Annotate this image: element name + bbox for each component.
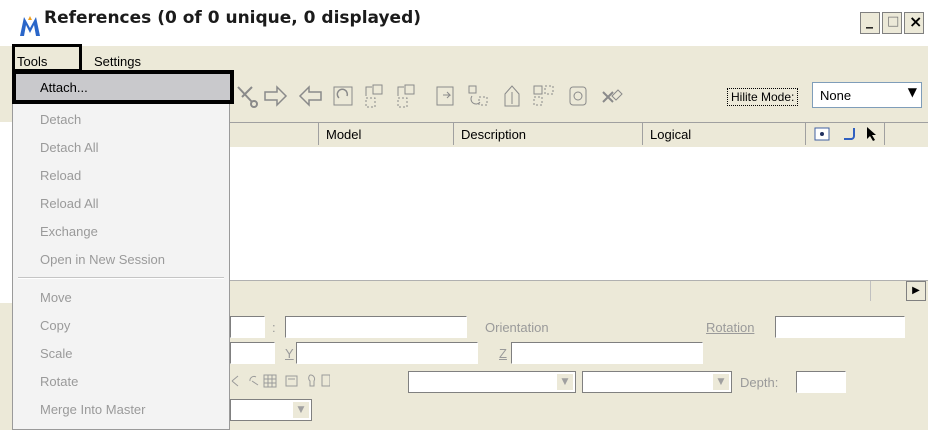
column-divider[interactable]	[453, 123, 454, 145]
attach-up-icon[interactable]	[360, 82, 388, 110]
scroll-right-arrow-icon[interactable]: ▶	[906, 281, 926, 301]
orientation-label: Orientation	[485, 320, 549, 335]
z-field[interactable]	[511, 342, 703, 364]
scrollbar-track-end[interactable]	[870, 281, 907, 301]
depth-label: Depth:	[740, 375, 779, 390]
reference-forward-icon[interactable]	[262, 82, 290, 110]
display-toggle-icon[interactable]	[814, 127, 830, 141]
tools-menu-highlight-box	[12, 44, 82, 72]
minimize-button[interactable]: _	[860, 12, 880, 34]
mirror-icon[interactable]	[598, 82, 626, 110]
column-divider[interactable]	[642, 123, 643, 145]
chevron-down-icon: ▼	[713, 374, 729, 390]
clip-front-icon[interactable]	[498, 82, 526, 110]
clip-back-icon[interactable]	[530, 82, 558, 110]
column-divider[interactable]	[805, 123, 806, 145]
menu-settings[interactable]: Settings	[94, 54, 141, 69]
hilite-mode-value: None	[820, 88, 852, 103]
menu-item-move[interactable]: Move	[40, 290, 72, 305]
rotation-field[interactable]	[775, 316, 905, 338]
menu-item-merge-into-master[interactable]: Merge Into Master	[40, 402, 146, 417]
menu-item-detach-all[interactable]: Detach All	[40, 140, 99, 155]
file-name-field[interactable]	[230, 316, 265, 338]
maximize-button[interactable]: □	[882, 12, 902, 34]
menu-item-copy[interactable]: Copy	[40, 318, 70, 333]
chevron-down-icon: ▼	[293, 402, 309, 418]
menu-item-reload[interactable]: Reload	[40, 168, 81, 183]
y-label: Y	[285, 346, 294, 361]
depth-field[interactable]	[796, 371, 846, 393]
column-header-logical[interactable]: Logical	[650, 127, 691, 142]
clip-mask-icon[interactable]	[464, 82, 492, 110]
refresh-icon[interactable]	[330, 82, 358, 110]
hilite-mode-label: Hilite Mode:	[727, 88, 799, 106]
clip-boundary-icon[interactable]	[432, 82, 460, 110]
menu-item-attach[interactable]: Attach...	[40, 80, 88, 95]
delete-clip-icon[interactable]	[566, 82, 594, 110]
z-label: Z	[499, 346, 507, 361]
column-divider[interactable]	[884, 123, 885, 145]
colon-label: :	[272, 320, 276, 335]
nesting-select[interactable]: ▼	[230, 399, 312, 421]
microstation-logo-icon	[20, 16, 40, 36]
menu-item-rotate[interactable]: Rotate	[40, 374, 78, 389]
chevron-down-icon: ▼	[907, 85, 917, 99]
geo-coordinate-select[interactable]: ▼	[582, 371, 732, 393]
column-header-model[interactable]: Model	[326, 127, 361, 142]
menu-item-exchange[interactable]: Exchange	[40, 224, 98, 239]
attach-down-icon[interactable]	[392, 82, 420, 110]
reference-back-icon[interactable]	[296, 82, 324, 110]
close-button[interactable]: ×	[904, 12, 924, 34]
menu-item-reload-all[interactable]: Reload All	[40, 196, 99, 211]
level-display-select[interactable]: ▼	[408, 371, 576, 393]
chevron-down-icon: ▼	[557, 374, 573, 390]
snap-icon[interactable]	[842, 126, 858, 142]
menu-item-open-in-new-session[interactable]: Open in New Session	[40, 252, 165, 267]
column-header-description[interactable]: Description	[461, 127, 526, 142]
menu-separator	[18, 277, 224, 279]
menu-item-scale[interactable]: Scale	[40, 346, 73, 361]
locate-cursor-icon[interactable]	[864, 126, 878, 142]
menu-item-detach[interactable]: Detach	[40, 112, 81, 127]
display-toggles-row	[231, 374, 330, 388]
y-field[interactable]	[296, 342, 478, 364]
column-divider[interactable]	[318, 123, 319, 145]
scissors-icon[interactable]	[232, 82, 260, 110]
x-scale-field[interactable]	[230, 342, 275, 364]
rotation-label: Rotation	[706, 320, 755, 335]
window-title: References (0 of 0 unique, 0 displayed)	[44, 8, 422, 28]
model-field[interactable]	[285, 316, 467, 338]
